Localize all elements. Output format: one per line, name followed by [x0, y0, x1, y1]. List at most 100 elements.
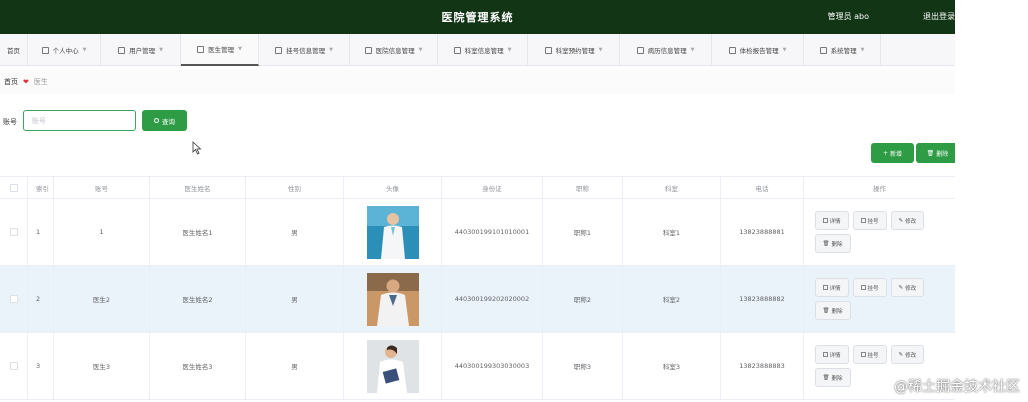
edit-label: 修改 — [905, 218, 917, 225]
table-row: 3 医生3 医生姓名3 男 440300199303030003 职称3 科室3… — [0, 333, 955, 400]
cell-title: 职称1 — [543, 199, 623, 265]
register-icon — [860, 352, 866, 357]
table-row: 1 1 医生姓名1 男 440300199101010001 职称1 科室1 1… — [0, 199, 955, 266]
select-all-checkbox[interactable] — [9, 183, 18, 192]
report-icon — [728, 46, 736, 54]
nav-item-appointment[interactable]: 科室预约管理 ▼ — [528, 34, 620, 66]
row-delete-button[interactable]: 🗑 删除 — [814, 301, 851, 320]
cell-operations: 详情 挂号 ✎ 修改 🗑 删除 — [804, 266, 955, 332]
doctor-table: 索引 账号 医生姓名 性别 头像 身份证 职称 科室 电话 操作 1 1 医生姓… — [0, 176, 955, 400]
trash-icon: 🗑 — [822, 240, 830, 247]
detail-icon — [822, 218, 828, 223]
header-operations: 操作 — [873, 184, 886, 193]
nav-item-users[interactable]: 用户管理 ▼ — [101, 34, 181, 66]
account-search-input[interactable] — [23, 110, 136, 131]
appointment-icon — [544, 46, 552, 54]
cell-sex: 男 — [246, 266, 344, 332]
row-checkbox[interactable] — [9, 362, 18, 370]
mouse-cursor-icon — [192, 141, 202, 155]
nav-item-records[interactable]: 病历信息管理 ▼ — [620, 34, 712, 66]
users-icon — [118, 46, 126, 54]
nav-appointment-label: 科室预约管理 — [555, 47, 595, 55]
register-button[interactable]: 挂号 — [852, 211, 887, 230]
detail-icon — [822, 285, 828, 290]
nav-item-hospital[interactable]: 医院信息管理 ▼ — [350, 34, 438, 66]
edit-icon: ✎ — [898, 284, 904, 291]
trash-icon: 🗑 — [926, 149, 935, 157]
nav-item-home[interactable]: 首页 — [0, 34, 28, 66]
chevron-down-icon: ▼ — [82, 47, 87, 53]
cell-avatar — [344, 266, 442, 332]
register-icon — [275, 46, 283, 54]
search-label: 账号 — [3, 118, 17, 126]
detail-button[interactable]: 详情 — [814, 278, 849, 297]
add-button[interactable]: + 新增 — [871, 143, 914, 163]
row-checkbox-cell — [0, 199, 28, 265]
cell-title: 职称2 — [543, 266, 623, 332]
cell-department: 科室2 — [623, 266, 721, 332]
row-checkbox[interactable] — [9, 295, 18, 303]
cell-avatar — [344, 333, 442, 399]
delete-button[interactable]: 🗑 删除 — [916, 143, 955, 163]
detail-label: 详情 — [829, 285, 841, 292]
nav-item-reports[interactable]: 体检报告管理 ▼ — [712, 34, 804, 66]
header-department: 科室 — [623, 177, 721, 198]
register-button[interactable]: 挂号 — [852, 345, 887, 364]
cell-phone: 13823888882 — [721, 266, 804, 332]
nav-item-system[interactable]: 系统管理 ▼ — [804, 34, 881, 66]
nav-reports-label: 体检报告管理 — [739, 47, 779, 55]
row-delete-button[interactable]: 🗑 删除 — [814, 368, 851, 387]
breadcrumb-bar — [0, 70, 955, 94]
chevron-down-icon: ▼ — [860, 47, 865, 53]
detail-button[interactable]: 详情 — [814, 211, 849, 230]
edit-button[interactable]: ✎ 修改 — [890, 211, 925, 230]
edit-button[interactable]: ✎ 修改 — [890, 278, 925, 297]
cell-doctor-name: 医生姓名3 — [150, 333, 246, 399]
nav-personal-label: 个人中心 — [52, 47, 79, 55]
nav-item-department[interactable]: 科室信息管理 ▼ — [438, 34, 528, 66]
doctor-avatar-photo[interactable] — [366, 272, 419, 326]
register-button[interactable]: 挂号 — [852, 278, 887, 297]
chevron-down-icon: ▼ — [690, 47, 695, 53]
detail-button[interactable]: 详情 — [814, 345, 849, 364]
nav-registration-label: 挂号信息管理 — [286, 47, 326, 55]
row-delete-label: 删除 — [831, 375, 843, 382]
search-button[interactable]: 查询 — [142, 110, 187, 131]
record-icon — [636, 46, 644, 54]
nav-item-registration[interactable]: 挂号信息管理 ▼ — [259, 34, 350, 66]
header-account: 账号 — [54, 177, 150, 198]
cell-index: 1 — [28, 199, 54, 265]
row-checkbox[interactable] — [9, 228, 18, 236]
cell-index: 2 — [28, 266, 54, 332]
cell-account: 1 — [54, 199, 150, 265]
register-icon — [860, 218, 866, 223]
cell-avatar — [344, 199, 442, 265]
cell-doctor-name: 医生姓名1 — [150, 199, 246, 265]
cell-department: 科室1 — [623, 199, 721, 265]
logout-link[interactable]: 退出登录 — [923, 11, 955, 22]
hospital-icon — [364, 46, 372, 54]
doctor-avatar-photo[interactable] — [366, 339, 419, 393]
cell-doctor-name: 医生姓名2 — [150, 266, 246, 332]
cell-account: 医生2 — [54, 266, 150, 332]
row-delete-button[interactable]: 🗑 删除 — [814, 234, 851, 253]
add-button-label: 新增 — [890, 150, 903, 158]
doctor-avatar-photo[interactable] — [366, 205, 419, 259]
cell-department: 科室3 — [623, 333, 721, 399]
nav-records-label: 病历信息管理 — [647, 47, 687, 55]
top-header: 医院管理系统 管理员 abo 退出登录 — [0, 0, 955, 34]
nav-item-personal[interactable]: 个人中心 ▼ — [28, 34, 101, 66]
cell-index: 3 — [28, 333, 54, 399]
row-actions: 详情 挂号 ✎ 修改 🗑 删除 — [814, 278, 945, 320]
chevron-down-icon: ▼ — [329, 47, 333, 53]
nav-users-label: 用户管理 — [129, 47, 156, 55]
chevron-down-icon: ▼ — [598, 47, 603, 53]
nav-item-doctors[interactable]: 医生管理 ▼ — [181, 34, 259, 66]
chevron-down-icon: ▼ — [238, 46, 242, 52]
breadcrumb-home[interactable]: 首页 — [4, 77, 18, 87]
breadcrumb: 首页 ❤ 医生 — [4, 77, 48, 87]
doctor-icon — [197, 45, 205, 53]
register-label: 挂号 — [867, 285, 879, 292]
edit-button[interactable]: ✎ 修改 — [890, 345, 925, 364]
edit-label: 修改 — [905, 352, 917, 359]
